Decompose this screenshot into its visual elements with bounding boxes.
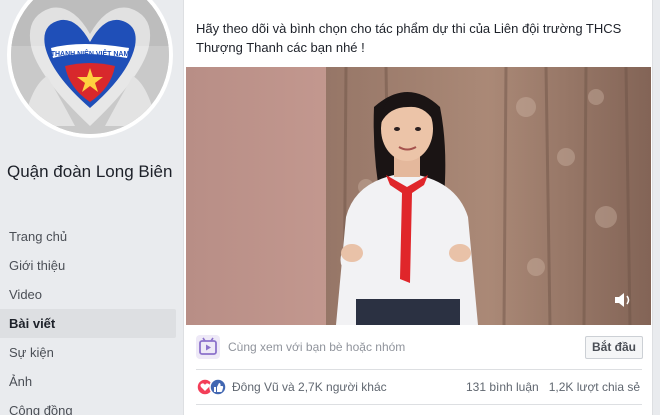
page-name[interactable]: Quận đoàn Long Biên <box>7 160 177 184</box>
video-frame <box>186 67 651 325</box>
mute-icon[interactable] <box>613 291 635 309</box>
nav-item-video[interactable]: Video <box>0 280 176 309</box>
reactions-bar: Đông Vũ và 2,7K người khác 131 bình luận… <box>196 377 642 399</box>
start-watch-party-button[interactable]: Bắt đầu <box>585 336 643 359</box>
nav-item-community[interactable]: Cộng đồng <box>0 396 176 415</box>
reaction-names[interactable]: Đông Vũ và 2,7K người khác <box>232 380 387 394</box>
nav-item-about[interactable]: Giới thiệu <box>0 251 176 280</box>
watch-party-label: Cùng xem với bạn bè hoặc nhóm <box>228 340 406 354</box>
post-stats: 131 bình luận 1,2K lượt chia sẻ <box>466 380 640 394</box>
post-text: Hãy theo dõi và bình chọn cho tác phẩm d… <box>196 21 622 55</box>
left-column: THANH NIÊN VIỆT NAM Quận đoàn Long Biên … <box>0 0 182 415</box>
divider <box>196 404 642 405</box>
nav-item-posts[interactable]: Bài viết <box>0 309 176 338</box>
share-count[interactable]: 1,2K lượt chia sẻ <box>549 380 640 394</box>
page-nav: Trang chủ Giới thiệu Video Bài viết Sự k… <box>0 222 176 415</box>
nav-item-home[interactable]: Trang chủ <box>0 222 176 251</box>
comment-count[interactable]: 131 bình luận <box>466 380 539 394</box>
reaction-icons[interactable] <box>196 377 230 397</box>
avatar: THANH NIÊN VIỆT NAM <box>11 0 169 134</box>
profile-picture[interactable]: THANH NIÊN VIỆT NAM <box>7 0 173 138</box>
video-player[interactable] <box>186 67 651 325</box>
heart-hands-logo: THANH NIÊN VIỆT NAM <box>11 0 169 134</box>
nav-item-photos[interactable]: Ảnh <box>0 367 176 396</box>
divider <box>196 369 642 370</box>
nav-item-events[interactable]: Sự kiện <box>0 338 176 367</box>
badge-text: THANH NIÊN VIỆT NAM <box>51 49 130 58</box>
post-card: Hãy theo dõi và bình chọn cho tác phẩm d… <box>183 0 653 415</box>
watch-party-bar: Cùng xem với bạn bè hoặc nhóm Bắt đầu <box>196 333 643 363</box>
watch-party-icon <box>196 335 220 359</box>
